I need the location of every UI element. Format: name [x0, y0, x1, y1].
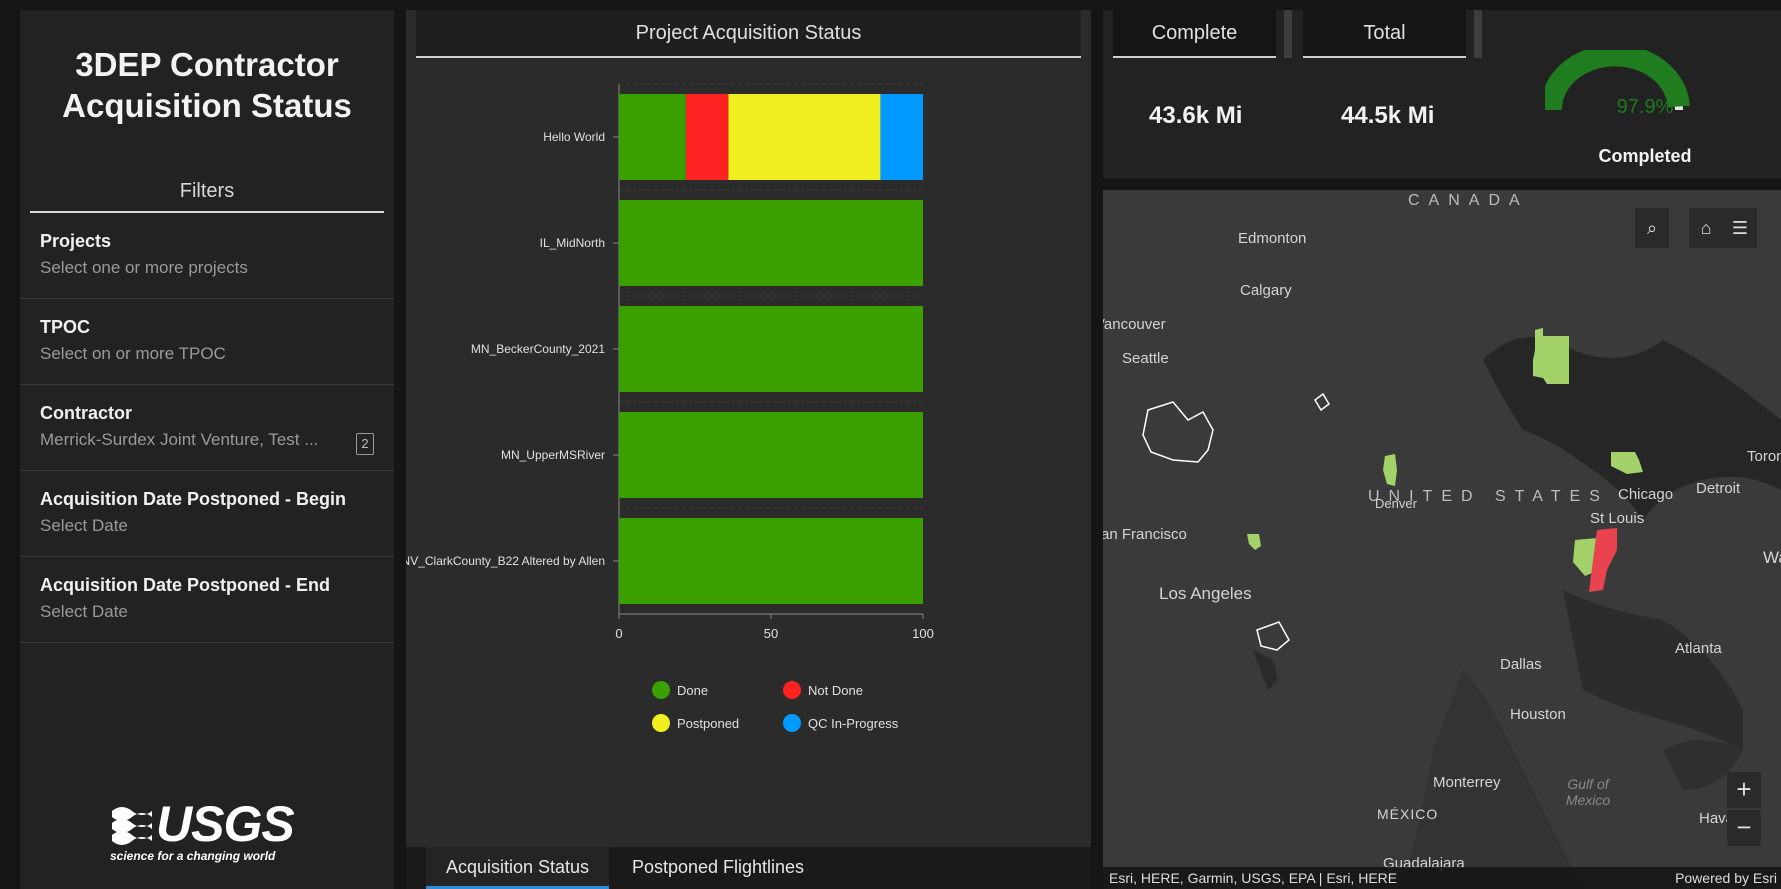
filter-value: Merrick-Surdex Joint Venture, Test ...	[40, 430, 319, 449]
zoom-in-button[interactable]: +	[1727, 772, 1761, 808]
app-title: 3DEP Contractor Acquisition Status	[20, 10, 394, 160]
category-label: MN_BeckerCounty_2021	[471, 342, 605, 356]
legend-swatch	[652, 714, 670, 732]
usgs-logo: USGS science for a changing world	[110, 797, 310, 867]
bar-segment	[728, 94, 881, 180]
sidebar: 3DEP Contractor Acquisition Status Filte…	[20, 10, 394, 889]
filter-value: Select Date	[40, 516, 128, 535]
category-label: IL_MidNorth	[540, 236, 605, 250]
gauge-label: Completed	[1598, 146, 1692, 166]
scrollbar[interactable]	[1284, 10, 1292, 58]
map-label-city: San Francisco	[1103, 526, 1187, 543]
map-label-city: St Louis	[1590, 510, 1645, 527]
dashboard: 3DEP Contractor Acquisition Status Filte…	[0, 0, 1781, 889]
map-label-city: Toronto	[1747, 448, 1781, 465]
filters-heading: Filters	[30, 180, 384, 213]
filter-label: Acquisition Date Postponed - Begin	[40, 489, 347, 509]
legend-label: Done	[677, 683, 708, 698]
chart-title: Project Acquisition Status	[416, 10, 1081, 58]
filter-label: Contractor	[40, 403, 133, 423]
map-label-city: Vancouver	[1103, 316, 1166, 333]
home-icon[interactable]: ⌂	[1689, 208, 1723, 248]
legend-label: Not Done	[808, 683, 863, 698]
x-tick-label: 0	[615, 626, 622, 641]
map-label-city: Denver	[1375, 496, 1417, 511]
filter-value: Select on or more TPOC	[40, 344, 226, 363]
app-title-line1: 3DEP Contractor	[75, 46, 339, 83]
app-title-line2: Acquisition Status	[62, 87, 352, 124]
map-label-city: Chicago	[1618, 486, 1674, 503]
usgs-wordmark: USGS	[156, 796, 295, 852]
map-label-city: Edmonton	[1238, 230, 1307, 247]
tab-acquisition-status[interactable]: Acquisition Status	[426, 847, 609, 889]
map-label-city: Dallas	[1500, 656, 1542, 673]
x-tick-label: 100	[912, 626, 934, 641]
map-attribution: Esri, HERE, Garmin, USGS, EPA | Esri, HE…	[1103, 867, 1781, 889]
bar-segment	[619, 306, 923, 392]
bar-segment	[619, 200, 923, 286]
legend-label: QC In-Progress	[808, 716, 899, 731]
filter-projects[interactable]: Projects Select one or more projects	[20, 213, 394, 299]
tab-postponed-flightlines[interactable]: Postponed Flightlines	[618, 847, 818, 889]
map-label-city: Calgary	[1240, 282, 1292, 299]
complete-header: Complete	[1113, 10, 1276, 58]
map-label-city: Washington	[1763, 548, 1781, 567]
category-label: Hello World	[543, 130, 605, 144]
bar-segment	[880, 94, 923, 180]
chart-tabs: Acquisition Status Postponed Flightlines	[406, 847, 1091, 889]
zoom-out-button[interactable]: −	[1727, 810, 1761, 846]
legend-swatch	[783, 681, 801, 699]
map-label-city: Detroit	[1696, 480, 1741, 497]
scrollbar[interactable]	[1474, 10, 1482, 58]
bar-segment	[619, 94, 686, 180]
map-label-city: Houston	[1510, 706, 1566, 723]
map-label-country: MÉXICO	[1377, 806, 1439, 822]
attribution-text: Esri, HERE, Garmin, USGS, EPA | Esri, HE…	[1109, 870, 1398, 886]
bar-segment	[685, 94, 729, 180]
legend-label: Postponed	[677, 716, 739, 731]
total-header: Total	[1303, 10, 1466, 58]
filter-label: TPOC	[40, 317, 91, 337]
stacked-bar-chart: Hello World IL_MidNorth MN_BeckerCounty_20…	[406, 83, 934, 732]
map-label-country: CANADA	[1408, 192, 1529, 209]
filter-value: Select Date	[40, 602, 128, 621]
layer-list-icon[interactable]: ☰	[1723, 208, 1757, 248]
map-label-city: Atlanta	[1675, 640, 1722, 657]
total-value: 44.5k Mi	[1341, 102, 1435, 129]
filter-date-begin[interactable]: Acquisition Date Postponed - Begin Selec…	[20, 471, 394, 557]
map-view[interactable]: CANADA Edmonton Calgary Vancouver Seattl…	[1103, 190, 1781, 889]
x-tick-label: 50	[764, 626, 778, 641]
filter-tpoc[interactable]: TPOC Select on or more TPOC	[20, 299, 394, 385]
map-label-water: Gulf of Mexico	[1565, 776, 1611, 808]
search-icon[interactable]: ⌕	[1635, 208, 1669, 248]
filter-date-end[interactable]: Acquisition Date Postponed - End Select …	[20, 557, 394, 643]
chart-panel: Project Acquisition Status Hello World IL…	[406, 10, 1091, 847]
category-label: NV_ClarkCounty_B22 Altered by Allen	[406, 554, 605, 568]
map-label-city: Seattle	[1122, 350, 1169, 367]
bar-segment	[619, 518, 923, 604]
legend-swatch	[783, 714, 801, 732]
powered-by-esri-link[interactable]: Powered by Esri	[1675, 867, 1777, 889]
filter-contractor[interactable]: Contractor Merrick-Surdex Joint Venture,…	[20, 385, 394, 471]
filter-value: Select one or more projects	[40, 258, 248, 277]
filter-label: Projects	[40, 231, 112, 251]
filter-label: Acquisition Date Postponed - End	[40, 575, 331, 595]
gauge-percentage: 97.9%	[1616, 96, 1674, 118]
legend-swatch	[652, 681, 670, 699]
map-label-city: Monterrey	[1433, 774, 1501, 791]
bar-segment	[619, 412, 923, 498]
complete-value: 43.6k Mi	[1149, 102, 1243, 129]
selection-count-badge: 2	[356, 433, 374, 455]
usgs-wave-icon	[112, 807, 152, 845]
usgs-tagline: science for a changing world	[110, 849, 276, 863]
category-label: MN_UpperMSRiver	[501, 448, 605, 462]
map-label-city: Los Angeles	[1159, 584, 1252, 603]
